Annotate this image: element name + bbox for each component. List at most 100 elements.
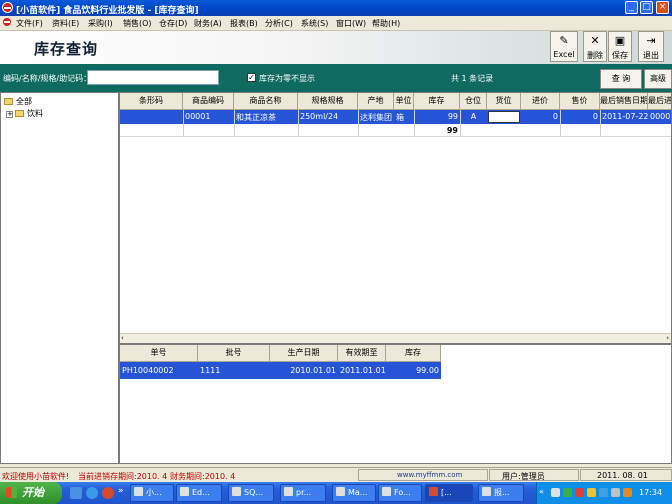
menu-file[interactable]: 文件(F) [16, 18, 43, 29]
column-header[interactable]: 最后销售日期 [600, 93, 648, 110]
table-row[interactable]: PH10040002 1111 2010.01.01 2011.01.01 99… [120, 362, 441, 379]
column-header[interactable]: 单号 [120, 345, 198, 362]
excel-label: Excel [553, 50, 575, 59]
task-icon [232, 487, 241, 496]
menu-system[interactable]: 系统(S) [301, 18, 328, 29]
menu-help[interactable]: 帮助(H) [372, 18, 400, 29]
advanced-button[interactable]: 高级 [644, 69, 672, 89]
column-header[interactable]: 规格规格 [298, 93, 358, 110]
task-button[interactable]: pr... [280, 484, 326, 502]
table-row[interactable]: 00001 和其正凉茶 250ml/24 达利集团 箱 99 A 0 0 201… [120, 110, 671, 124]
last-sale-date-cell[interactable]: 2011-07-22 [600, 112, 648, 121]
task-label: Ma... [348, 488, 368, 497]
origin-cell[interactable]: 达利集团 [358, 112, 394, 123]
column-header[interactable]: 批号 [198, 345, 270, 362]
column-header[interactable]: 单位 [394, 93, 414, 110]
column-header[interactable]: 有效期至 [338, 345, 386, 362]
maximize-button[interactable]: □ [640, 1, 653, 14]
menu-stock[interactable]: 仓存(D) [159, 18, 187, 29]
column-header[interactable]: 商品名称 [234, 93, 298, 110]
tray-expand-icon[interactable]: « [539, 487, 544, 496]
tray-icon[interactable] [611, 488, 620, 497]
column-header[interactable]: 生产日期 [270, 345, 338, 362]
horizontal-scrollbar[interactable]: ‹ › [120, 333, 671, 343]
product-code-cell[interactable]: 00001 [183, 112, 234, 121]
total-stock: 99 [446, 126, 458, 135]
menu-analysis[interactable]: 分析(C) [265, 18, 293, 29]
tray-icon[interactable] [563, 488, 572, 497]
scroll-right-icon[interactable]: › [666, 335, 669, 342]
column-header[interactable]: 进价 [521, 93, 560, 110]
expiry-date-cell[interactable]: 2011.01.01 [338, 366, 386, 375]
tree-node-drinks[interactable]: + 饮料 [6, 108, 43, 119]
column-header[interactable]: 货位 [487, 93, 521, 110]
column-header[interactable]: 售价 [560, 93, 600, 110]
menu-window[interactable]: 窗口(W) [336, 18, 366, 29]
product-name-cell[interactable]: 和其正凉茶 [234, 112, 298, 123]
location-cell-editor[interactable] [488, 111, 520, 123]
production-date-cell[interactable]: 2010.01.01 [270, 366, 338, 375]
task-button[interactable]: [... [425, 484, 473, 502]
search-input[interactable] [87, 70, 219, 85]
column-header[interactable]: 条形码 [120, 93, 183, 110]
task-button[interactable]: 小... [130, 484, 174, 502]
column-header[interactable]: 产地 [358, 93, 394, 110]
cost-price-cell[interactable]: 0 [521, 112, 560, 121]
task-button[interactable]: Ed... [176, 484, 222, 502]
ie-icon[interactable] [86, 487, 98, 499]
batch-no-cell[interactable]: 1111 [198, 366, 270, 375]
batch-stock-cell[interactable]: 99.00 [386, 366, 441, 375]
save-button[interactable]: ▣ 保存 [608, 31, 632, 62]
order-no-cell[interactable]: PH10040002 [120, 366, 198, 375]
start-button[interactable]: 开始 [0, 482, 62, 504]
desktop-icon[interactable] [70, 487, 82, 499]
taskbar: 开始 » 小... Ed... SQ... pr... Ma... Fo... … [0, 482, 672, 504]
menu-sales[interactable]: 销售(O) [123, 18, 152, 29]
delete-button[interactable]: ✕ 删除 [583, 31, 607, 62]
menu-finance[interactable]: 财务(A) [194, 18, 222, 29]
exit-button[interactable]: ⇥ 退出 [638, 31, 664, 62]
stock-grid: 条形码 商品编码 商品名称 规格规格 产地 单位 库存 仓位 货位 进价 售价 … [119, 92, 672, 344]
tray-icon[interactable] [623, 488, 632, 497]
menu-purchase[interactable]: 采购(I) [88, 18, 113, 29]
page-title: 库存查询 [34, 40, 99, 58]
stock-cell[interactable]: 99 [414, 112, 460, 121]
window-title: [小苗软件] 食品饮料行业批发版 - [库存查询] [16, 6, 199, 16]
app-shortcut-icon[interactable] [102, 487, 114, 499]
minimize-button[interactable]: _ [625, 1, 638, 14]
delete-icon: ✕ [590, 34, 600, 47]
expand-icon[interactable]: + [6, 111, 13, 118]
excel-button[interactable]: ✎ Excel [550, 31, 578, 62]
folder-icon [4, 98, 13, 105]
task-label: 小... [146, 488, 162, 497]
close-button[interactable]: × [656, 1, 669, 14]
column-header[interactable]: 商品编码 [183, 93, 234, 110]
unit-cell[interactable]: 箱 [394, 112, 414, 123]
tray-icon[interactable] [551, 488, 560, 497]
task-button[interactable]: SQ... [228, 484, 274, 502]
spec-cell[interactable]: 250ml/24 [298, 112, 358, 121]
document-icon[interactable] [3, 18, 11, 26]
clock[interactable]: 17:34 [639, 488, 662, 497]
column-header[interactable]: 库存 [386, 345, 441, 362]
tree-node-all[interactable]: 全部 [4, 96, 32, 107]
tree-node-label: 饮料 [27, 109, 43, 118]
tray-icon[interactable] [575, 488, 584, 497]
warehouse-cell[interactable]: A [460, 112, 487, 121]
task-button[interactable]: 报... [478, 484, 524, 502]
scroll-left-icon[interactable]: ‹ [121, 335, 124, 342]
column-header[interactable]: 最后进 [648, 93, 671, 110]
hide-zero-stock-checkbox[interactable]: ✓ [247, 73, 256, 82]
column-header[interactable]: 库存 [414, 93, 460, 110]
more-icon[interactable]: » [118, 486, 124, 496]
tray-icon[interactable] [587, 488, 596, 497]
column-header[interactable]: 仓位 [460, 93, 487, 110]
menu-report[interactable]: 报表(B) [230, 18, 258, 29]
tray-icon[interactable] [599, 488, 608, 497]
last-purchase-cell[interactable]: 0000 [648, 112, 671, 121]
task-button[interactable]: Ma... [332, 484, 376, 502]
sale-price-cell[interactable]: 0 [560, 112, 600, 121]
menu-data[interactable]: 资料(E) [52, 18, 79, 29]
task-button[interactable]: Fo... [378, 484, 422, 502]
query-button[interactable]: 查 询 [600, 69, 642, 89]
